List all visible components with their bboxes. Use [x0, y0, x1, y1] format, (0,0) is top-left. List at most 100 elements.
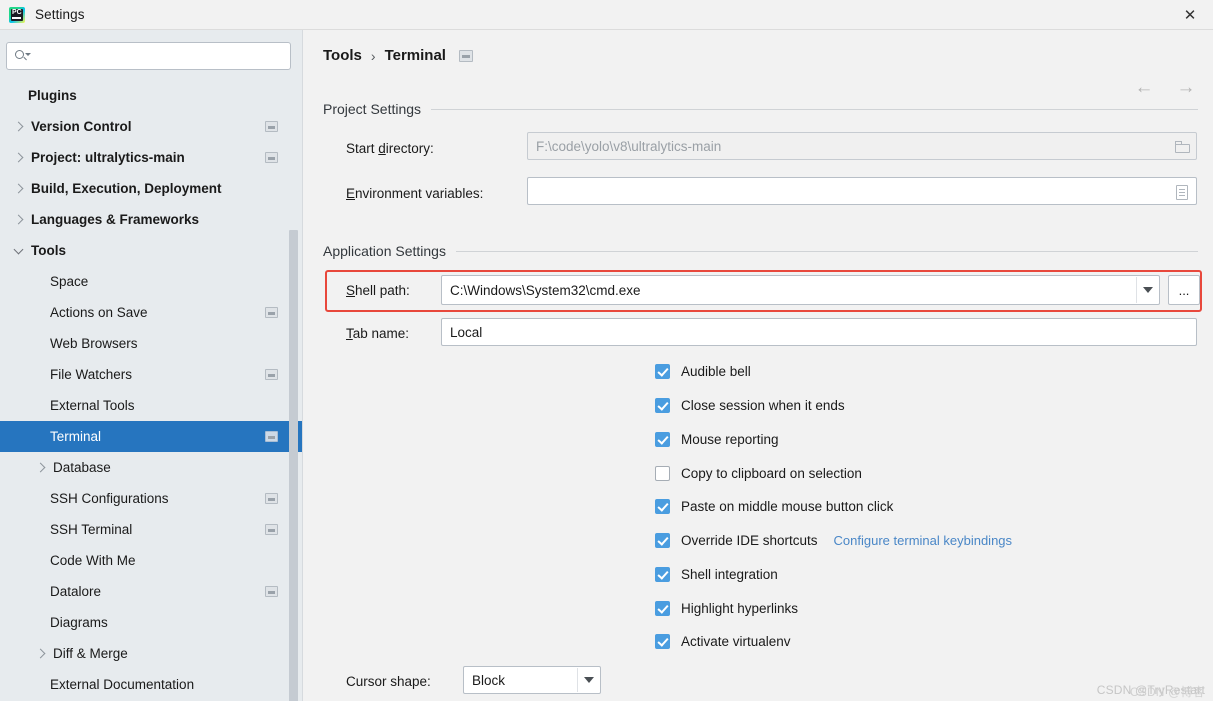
sidebar-item-label: External Documentation — [50, 677, 195, 692]
checkbox-label: Mouse reporting — [681, 432, 779, 447]
chevron-down-icon[interactable] — [577, 668, 599, 692]
chevron-right-icon[interactable] — [12, 213, 26, 227]
breadcrumb-parent[interactable]: Tools — [323, 47, 362, 64]
cursor-shape-value: Block — [472, 672, 506, 688]
sidebar-item-label: Actions on Save — [50, 305, 148, 320]
sidebar-item-label: File Watchers — [50, 367, 133, 382]
checkbox-mouse-reporting[interactable]: Mouse reporting — [655, 432, 779, 447]
sidebar-item-label: Code With Me — [50, 553, 136, 568]
sidebar-item-label: Space — [50, 274, 89, 289]
sidebar-item-code-with-me[interactable]: Code With Me — [0, 545, 303, 576]
sidebar-item-external-documentation[interactable]: External Documentation — [0, 669, 303, 700]
shell-path-combobox[interactable]: C:\Windows\System32\cmd.exe — [441, 275, 1160, 305]
tab-name-field[interactable]: Local — [441, 318, 1197, 346]
close-icon[interactable]: ✕ — [1167, 0, 1213, 30]
section-divider — [431, 108, 1198, 110]
checkbox-checked-icon[interactable] — [655, 567, 670, 582]
browse-folder-icon[interactable] — [1171, 136, 1193, 158]
sidebar-item-file-watchers[interactable]: File Watchers — [0, 359, 303, 390]
sidebar-item-version-control[interactable]: Version Control — [0, 111, 303, 142]
sidebar-item-web-browsers[interactable]: Web Browsers — [0, 328, 303, 359]
watermark-secondary: CSDN @博客 — [1129, 685, 1205, 699]
cursor-shape-combobox[interactable]: Block — [463, 666, 601, 694]
checkbox-checked-icon[interactable] — [655, 432, 670, 447]
checkbox-checked-icon[interactable] — [655, 364, 670, 379]
sidebar-item-external-tools[interactable]: External Tools — [0, 390, 303, 421]
checkbox-label: Copy to clipboard on selection — [681, 466, 862, 481]
settings-sync-badge-icon — [265, 586, 278, 597]
checkbox-checked-icon[interactable] — [655, 533, 670, 548]
sidebar-item-build-execution-deployment[interactable]: Build, Execution, Deployment — [0, 173, 303, 204]
search-icon — [14, 48, 31, 64]
sidebar-item-label: Project: ultralytics-main — [31, 150, 185, 165]
sidebar-item-database[interactable]: Database — [0, 452, 303, 483]
search-input[interactable] — [30, 44, 290, 68]
sidebar-item-terminal[interactable]: Terminal — [0, 421, 303, 452]
sidebar-item-datalore[interactable]: Datalore — [0, 576, 303, 607]
sidebar-item-label: SSH Terminal — [50, 522, 133, 537]
window-title: Settings — [35, 7, 85, 22]
environment-variables-field[interactable] — [527, 177, 1197, 205]
project-settings-title: Project Settings — [323, 101, 422, 117]
sidebar-item-languages-frameworks[interactable]: Languages & Frameworks — [0, 204, 303, 235]
settings-sync-badge-icon — [265, 524, 278, 535]
chevron-right-icon[interactable] — [12, 182, 26, 196]
chevron-down-icon[interactable] — [12, 244, 26, 258]
title-bar: PC Settings ✕ — [0, 0, 1213, 30]
sidebar-item-actions-on-save[interactable]: Actions on Save — [0, 297, 303, 328]
sidebar-item-space[interactable]: Space — [0, 266, 303, 297]
sidebar-item-label: Diagrams — [50, 615, 108, 630]
settings-sync-badge-icon — [265, 431, 278, 442]
checkbox-checked-icon[interactable] — [655, 601, 670, 616]
forward-arrow-icon[interactable]: → — [1173, 76, 1199, 100]
edit-variables-icon[interactable] — [1171, 181, 1193, 203]
checkbox-paste-on-middle-mouse-button-click[interactable]: Paste on middle mouse button click — [655, 499, 893, 514]
sidebar-scrollbar-track[interactable] — [289, 130, 301, 701]
checkbox-label: Override IDE shortcuts — [681, 533, 818, 548]
sidebar-item-ssh-configurations[interactable]: SSH Configurations — [0, 483, 303, 514]
settings-tree: Plugins Version Control Project: ultralyti… — [0, 80, 303, 701]
sidebar-item-label: Database — [53, 460, 111, 475]
checkbox-close-session-when-it-ends[interactable]: Close session when it ends — [655, 398, 845, 413]
checkbox-checked-icon[interactable] — [655, 499, 670, 514]
sidebar-scrollbar-thumb[interactable] — [289, 230, 298, 701]
start-directory-field[interactable]: F:\code\yolo\v8\ultralytics-main — [527, 132, 1197, 160]
sidebar-item-project-ultralytics-main[interactable]: Project: ultralytics-main — [0, 142, 303, 173]
settings-sync-badge-icon — [265, 152, 278, 163]
checkbox-override-ide-shortcuts[interactable]: Override IDE shortcuts Configure terminal… — [655, 533, 1012, 548]
chevron-down-icon[interactable] — [1136, 277, 1158, 303]
chevron-right-icon[interactable] — [34, 461, 48, 475]
sidebar-item-tools[interactable]: Tools — [0, 235, 303, 266]
checkbox-label: Close session when it ends — [681, 398, 845, 413]
sidebar-item-ssh-terminal[interactable]: SSH Terminal — [0, 514, 303, 545]
sidebar-item-label: External Tools — [50, 398, 135, 413]
chevron-right-icon[interactable] — [12, 120, 26, 134]
sidebar-item-label: Languages & Frameworks — [31, 212, 200, 227]
checkbox-checked-icon[interactable] — [655, 398, 670, 413]
checkbox-label: Highlight hyperlinks — [681, 601, 799, 616]
configure-terminal-keybindings-link[interactable]: Configure terminal keybindings — [834, 533, 1012, 548]
tab-name-label: Tab name: — [346, 326, 410, 341]
chevron-right-icon[interactable] — [34, 647, 48, 661]
sidebar-item-label: Version Control — [31, 119, 132, 134]
settings-sync-badge-icon — [265, 121, 278, 132]
checkbox-checked-icon[interactable] — [655, 634, 670, 649]
back-arrow-icon[interactable]: ← — [1131, 76, 1157, 100]
checkbox-activate-virtualenv[interactable]: Activate virtualenv — [655, 634, 791, 649]
checkbox-highlight-hyperlinks[interactable]: Highlight hyperlinks — [655, 601, 798, 616]
section-divider — [455, 250, 1198, 252]
sidebar-item-plugins[interactable]: Plugins — [0, 80, 303, 111]
shell-path-browse-button[interactable]: ... — [1168, 275, 1200, 305]
chevron-right-icon[interactable] — [12, 151, 26, 165]
start-directory-value: F:\code\yolo\v8\ultralytics-main — [536, 138, 722, 154]
sidebar-item-diff-merge[interactable]: Diff & Merge — [0, 638, 303, 669]
checkbox-label: Paste on middle mouse button click — [681, 499, 894, 514]
checkbox-copy-to-clipboard-on-selection[interactable]: Copy to clipboard on selection — [655, 466, 862, 481]
checkbox-shell-integration[interactable]: Shell integration — [655, 567, 778, 582]
checkbox-unchecked-icon[interactable] — [655, 466, 670, 481]
checkbox-audible-bell[interactable]: Audible bell — [655, 364, 751, 379]
sidebar-item-label: Tools — [31, 243, 66, 258]
search-box[interactable] — [6, 42, 291, 70]
sidebar-item-diagrams[interactable]: Diagrams — [0, 607, 303, 638]
settings-dialog: PC Settings ✕ Plugins Version Control Proj… — [0, 0, 1213, 701]
